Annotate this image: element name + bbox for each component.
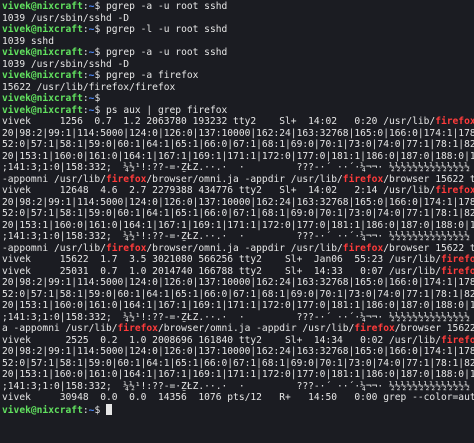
terminal-line: -appomni /usr/lib/firefox/browser/omni.j…: [2, 243, 474, 255]
terminal-line: 15622 /usr/lib/firefox/firefox: [2, 82, 474, 94]
terminal-text: $: [94, 93, 101, 104]
prompt-user-host: vivek@nixcraft: [2, 404, 83, 416]
terminal-text: $ pgrep -a firefox: [94, 70, 199, 81]
terminal-text: $ ps aux | grep firefox: [94, 104, 228, 116]
terminal-line: 20|98:2|99:1|114:5000|124:0|126:0|137:10…: [2, 277, 474, 289]
terminal-line: ;141:3;1:0|158:332; ¼½¹!:??-=·ẔŁŻ.··.· ·…: [2, 312, 474, 324]
grep-match-highlight: firefox: [342, 173, 384, 185]
terminal-window[interactable]: vivek@nixcraft:~$ pgrep -a -u root sshd 1…: [0, 0, 474, 443]
terminal-line: -appomni /usr/lib/firefox/browser/omni.j…: [2, 174, 474, 186]
terminal-line: 1039 /usr/sbin/sshd -D: [2, 59, 474, 71]
terminal-text: 20|153:1|160:0|161:0|164:1|167:1|169:1|1…: [2, 300, 474, 311]
prompt-user-host: vivek@nixcraft: [2, 24, 83, 35]
terminal-text: 15622 /usr/lib/firefox/firefox: [2, 81, 176, 93]
terminal-text: vivek 12648 4.6 2.7 2279388 434776 tty2 …: [2, 185, 436, 196]
grep-match-highlight: firefox: [105, 173, 147, 185]
terminal-text: 20|98:2|99:1|114:5000|124:0|126:0|137:10…: [2, 346, 474, 357]
terminal-text: -appomni /usr/lib/: [2, 173, 106, 185]
terminal-text: vivek 30948 0.0 0.0 14356 1076 pts/12 R+…: [2, 392, 474, 403]
terminal-text: ;141:3;1:0|158:332; ¼½¹!:??-=·ẔŁŻ.··.· ·…: [2, 162, 470, 173]
terminal-line: vivek@nixcraft:~$: [2, 403, 474, 416]
terminal-text: 1039 /usr/sbin/sshd -D: [2, 58, 130, 70]
terminal-line: vivek@nixcraft:~$ pgrep -a -u root sshd: [2, 1, 474, 13]
terminal-text: vivek 15622 1.7 3.5 3021080 566256 tty2 …: [2, 254, 441, 265]
terminal-text: 20|153:1|160:0|161:0|164:1|167:1|169:1|1…: [2, 219, 474, 231]
terminal-text: 52:0|57:1|58:1|59:0|60:1|64:1|65:1|66:0|…: [2, 208, 474, 219]
terminal-text: a -appomni /usr/lib/: [2, 323, 118, 334]
terminal-text: /browser/omni.ja -appdir /usr/lib/: [157, 323, 355, 334]
grep-match-highlight: firefox: [440, 254, 474, 265]
terminal-line: 20|153:1|160:0|161:0|164:1|167:1|169:1|1…: [2, 220, 474, 232]
terminal-text: 20|153:1|160:0|161:0|164:1|167:1|169:1|1…: [2, 369, 474, 380]
terminal-line: 52:0|57:1|58:1|59:0|60:1|64:1|65:1|66:0|…: [2, 358, 474, 370]
terminal-text: 20|98:2|99:1|114:5000|124:0|126:0|137:10…: [2, 277, 474, 288]
terminal-text: 20|153:1|160:0|161:0|164:1|167:1|169:1|1…: [2, 150, 474, 162]
terminal-text: 52:0|57:1|58:1|59:0|60:1|64:1|65:1|66:0|…: [2, 139, 474, 150]
terminal-text: vivek 1256 0.7 1.2 2063780 193232 tty2 S…: [2, 116, 436, 127]
terminal-line: vivek 25031 0.7 1.0 2014740 166788 tty2 …: [2, 266, 474, 278]
terminal-text: $ pgrep -a -u root sshd: [94, 47, 228, 58]
terminal-text: 1039 sshd: [2, 35, 54, 47]
terminal-line: vivek 1256 0.7 1.2 2063780 193232 tty2 S…: [2, 116, 474, 128]
grep-match-highlight: firefox: [354, 323, 395, 334]
terminal-line: 1039 sshd: [2, 36, 474, 48]
terminal-text: ;141:3;1:0|158:332; ¼½¹!:??-=·ẔŁŻ.··.· ·…: [2, 231, 470, 242]
prompt-user-host: vivek@nixcraft: [2, 70, 83, 81]
terminal-text: vivek 25031 0.7 1.0 2014740 166788 tty2 …: [2, 265, 441, 277]
text-cursor: [106, 403, 112, 415]
terminal-text: $ pgrep -l -u root sshd: [94, 24, 228, 35]
terminal-text: ;141:3;1:0|158:332; ¼½¹!:??-=·ẔŁŻ.··.· ·…: [2, 311, 470, 323]
terminal-line: 20|98:2|99:1|114:5000|124:0|126:0|137:10…: [2, 346, 474, 358]
terminal-line: 20|98:2|99:1|114:5000|124:0|126:0|137:10…: [2, 128, 474, 140]
terminal-line: ;141:3;1:0|158:332; ¼½¹!:??-=·ẔŁŻ.··.· ·…: [2, 381, 474, 393]
terminal-text: 20|98:2|99:1|114:5000|124:0|126:0|137:10…: [2, 127, 474, 139]
terminal-line: ;141:3;1:0|158:332; ¼½¹!:??-=·ẔŁŻ.··.· ·…: [2, 231, 474, 243]
terminal-text: /browser 15622 true t: [394, 323, 474, 334]
grep-match-highlight: firefox: [440, 334, 474, 346]
terminal-text: 52:0|57:1|58:1|59:0|60:1|64:1|65:1|66:0|…: [2, 288, 474, 300]
terminal-line: ;141:3;1:0|158:332; ¼½¹!:??-=·ẔŁŻ.··.· ·…: [2, 162, 474, 174]
terminal-line: 1039 /usr/sbin/sshd -D: [2, 13, 474, 25]
terminal-text: ;141:3;1:0|158:332; ¼½¹!:??-=·ẔŁŻ.··.· ·…: [2, 380, 470, 392]
terminal-line: 52:0|57:1|58:1|59:0|60:1|64:1|65:1|66:0|…: [2, 139, 474, 151]
terminal-text: 52:0|57:1|58:1|59:0|60:1|64:1|65:1|66:0|…: [2, 357, 474, 369]
terminal-line: vivek 12648 4.6 2.7 2279388 434776 tty2 …: [2, 185, 474, 197]
terminal-text: 1039 /usr/sbin/sshd -D: [2, 12, 130, 24]
grep-match-highlight: firefox: [105, 242, 147, 254]
terminal-line: vivek 30948 0.0 0.0 14356 1076 pts/12 R+…: [2, 392, 474, 404]
terminal-line: a -appomni /usr/lib/firefox/browser/omni…: [2, 323, 474, 335]
terminal-text: /browser/omni.ja -appdir /usr/lib/: [146, 173, 343, 185]
terminal-line: vivek 2525 0.2 1.0 2008696 161840 tty2 S…: [2, 335, 474, 347]
terminal-text: vivek 2525 0.2 1.0 2008696 161840 tty2 S…: [2, 334, 441, 346]
terminal-line: vivek 15622 1.7 3.5 3021080 566256 tty2 …: [2, 254, 474, 266]
grep-match-highlight: firefox: [435, 185, 474, 196]
terminal-line: 20|153:1|160:0|161:0|164:1|167:1|169:1|1…: [2, 369, 474, 381]
terminal-text: 20|98:2|99:1|114:5000|124:0|126:0|137:10…: [2, 196, 474, 208]
prompt-user-host: vivek@nixcraft: [2, 47, 83, 58]
terminal-line: vivek@nixcraft:~$: [2, 93, 474, 105]
terminal-line: vivek@nixcraft:~$ ps aux | grep firefox: [2, 105, 474, 117]
terminal-line: vivek@nixcraft:~$ pgrep -a firefox: [2, 70, 474, 82]
terminal-line: 52:0|57:1|58:1|59:0|60:1|64:1|65:1|66:0|…: [2, 289, 474, 301]
terminal-text: $: [94, 404, 106, 416]
terminal-line: vivek@nixcraft:~$ pgrep -l -u root sshd: [2, 24, 474, 36]
terminal-line: 52:0|57:1|58:1|59:0|60:1|64:1|65:1|66:0|…: [2, 208, 474, 220]
grep-match-highlight: firefox: [342, 242, 384, 254]
prompt-user-host: vivek@nixcraft: [2, 1, 83, 12]
terminal-text: -appomni /usr/lib/: [2, 242, 106, 254]
grep-match-highlight: firefox: [117, 323, 158, 334]
terminal-line: 20|153:1|160:0|161:0|164:1|167:1|169:1|1…: [2, 300, 474, 312]
grep-match-highlight: firefox: [440, 265, 474, 277]
terminal-text: /browser/omni.ja -appdir /usr/lib/: [146, 242, 343, 254]
terminal-line: 20|153:1|160:0|161:0|164:1|167:1|169:1|1…: [2, 151, 474, 163]
terminal-text: /browser 15622 true tab: [383, 173, 474, 185]
prompt-user-host: vivek@nixcraft: [2, 93, 83, 104]
grep-match-highlight: firefox: [435, 116, 474, 127]
prompt-user-host: vivek@nixcraft: [2, 104, 83, 116]
terminal-line: vivek@nixcraft:~$ pgrep -a -u root sshd: [2, 47, 474, 59]
terminal-line: 20|98:2|99:1|114:5000|124:0|126:0|137:10…: [2, 197, 474, 209]
terminal-text: $ pgrep -a -u root sshd: [94, 1, 228, 12]
terminal-text: /browser 15622 true tab: [383, 242, 474, 254]
